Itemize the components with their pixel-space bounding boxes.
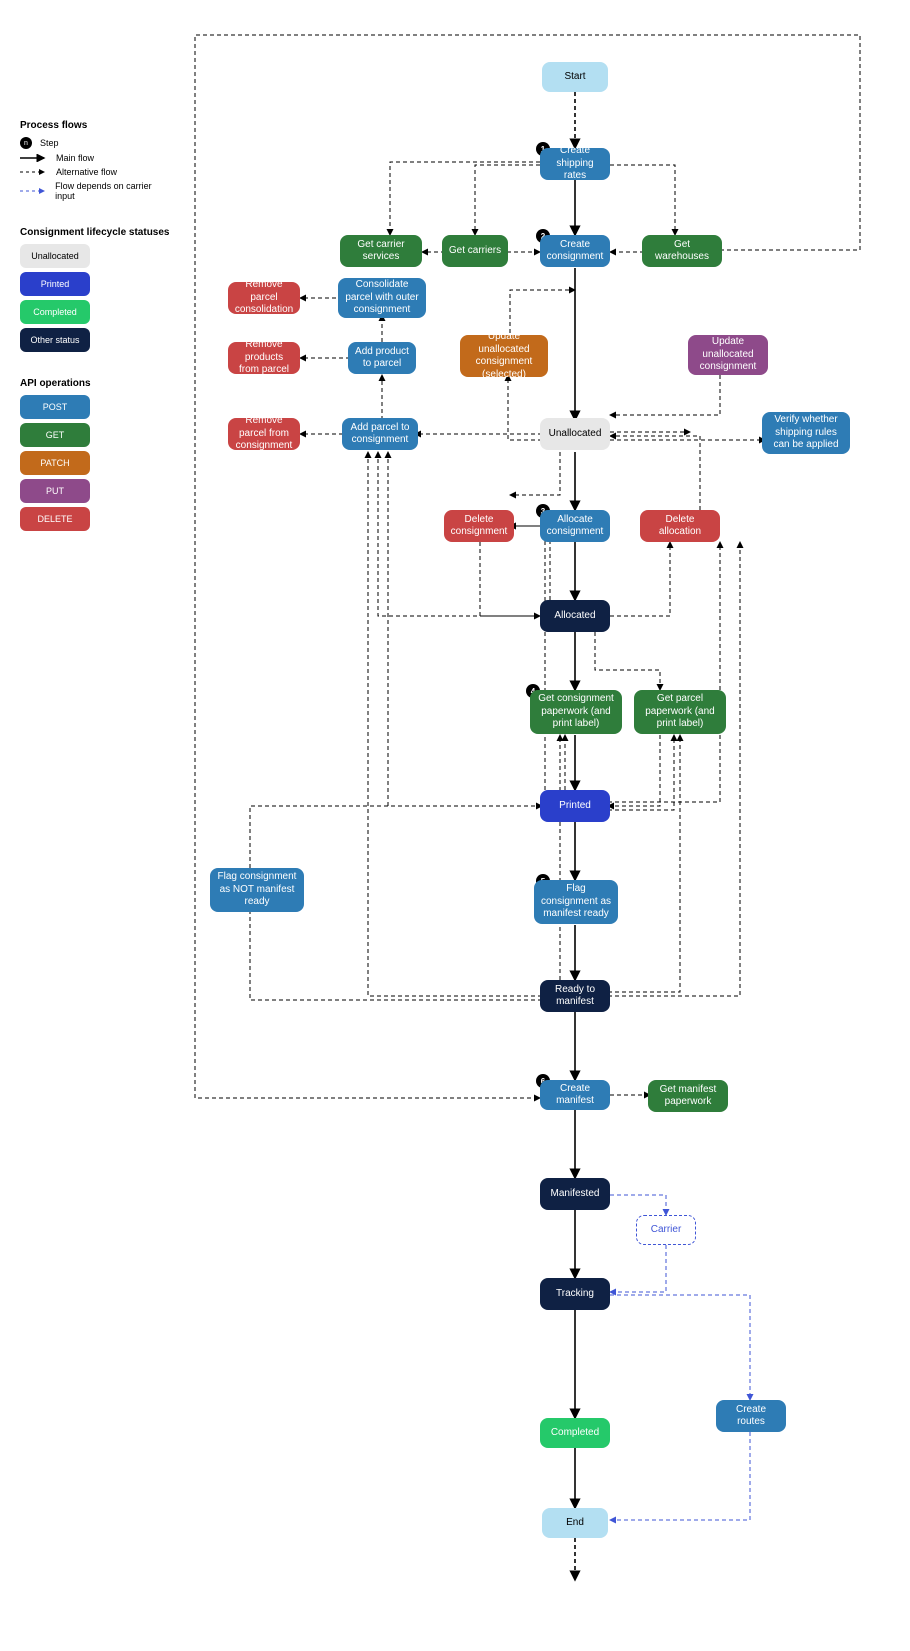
legend-title-statuses: Consignment lifecycle statuses: [20, 227, 170, 238]
legend-statuses: Consignment lifecycle statuses Unallocat…: [20, 227, 170, 352]
node-flag-ready: Flag consignment as manifest ready: [534, 880, 618, 924]
legend-main-flow: Main flow: [56, 153, 94, 163]
node-carrier: Carrier: [636, 1215, 696, 1245]
legend: Process flows n Step Main flow Alternativ…: [20, 120, 170, 557]
node-allocated: Allocated: [540, 600, 610, 632]
node-get-carriers: Get carriers: [442, 235, 508, 267]
legend-alt-flow: Alternative flow: [56, 167, 117, 177]
node-remove-products: Remove products from parcel: [228, 342, 300, 374]
node-create-consignment: Create consignment: [540, 235, 610, 267]
swatch-delete: DELETE: [20, 507, 90, 531]
node-get-parcel-paper: Get parcel paperwork (and print label): [634, 690, 726, 734]
legend-process-flows: Process flows n Step Main flow Alternativ…: [20, 120, 170, 201]
node-create-rates: Create shipping rates: [540, 148, 610, 180]
node-start: Start: [542, 62, 608, 92]
node-consolidate-parcel: Consolidate parcel with outer consignmen…: [338, 278, 426, 318]
node-tracking: Tracking: [540, 1278, 610, 1310]
node-update-unalloc: Update unallocated consignment: [688, 335, 768, 375]
flowchart-canvas: Process flows n Step Main flow Alternativ…: [20, 20, 890, 1630]
legend-carrier-flow: Flow depends on carrier input: [55, 181, 170, 201]
node-get-manifest-paper: Get manifest paperwork: [648, 1080, 728, 1112]
node-create-routes: Create routes: [716, 1400, 786, 1432]
swatch-other: Other status: [20, 328, 90, 352]
legend-api-ops: API operations POST GET PATCH PUT DELETE: [20, 378, 170, 531]
node-end: End: [542, 1508, 608, 1538]
node-remove-parcel: Remove parcel from consignment: [228, 418, 300, 450]
node-printed: Printed: [540, 790, 610, 822]
node-flag-not-ready: Flag consignment as NOT manifest ready: [210, 868, 304, 912]
node-get-consign-paper: Get consignment paperwork (and print lab…: [530, 690, 622, 734]
legend-title-process: Process flows: [20, 120, 170, 131]
node-delete-consignment: Delete consignment: [444, 510, 514, 542]
node-delete-allocation: Delete allocation: [640, 510, 720, 542]
swatch-put: PUT: [20, 479, 90, 503]
node-update-unalloc-selected: Update unallocated consignment (selected…: [460, 335, 548, 377]
node-add-parcel: Add parcel to consignment: [342, 418, 418, 450]
node-allocate: Allocate consignment: [540, 510, 610, 542]
node-remove-parcel-consol: Remove parcel consolidation: [228, 282, 300, 314]
node-manifested: Manifested: [540, 1178, 610, 1210]
node-get-warehouses: Get warehouses: [642, 235, 722, 267]
node-verify-rules: Verify whether shipping rules can be app…: [762, 412, 850, 454]
node-unallocated: Unallocated: [540, 418, 610, 450]
swatch-get: GET: [20, 423, 90, 447]
legend-step: Step: [40, 138, 59, 148]
swatch-unallocated: Unallocated: [20, 244, 90, 268]
node-completed: Completed: [540, 1418, 610, 1448]
step-icon: n: [20, 137, 32, 149]
swatch-post: POST: [20, 395, 90, 419]
node-create-manifest: Create manifest: [540, 1080, 610, 1110]
node-get-carrier-services: Get carrier services: [340, 235, 422, 267]
swatch-patch: PATCH: [20, 451, 90, 475]
swatch-printed: Printed: [20, 272, 90, 296]
swatch-completed: Completed: [20, 300, 90, 324]
node-add-product: Add product to parcel: [348, 342, 416, 374]
legend-title-api: API operations: [20, 378, 170, 389]
node-ready-manifest: Ready to manifest: [540, 980, 610, 1012]
